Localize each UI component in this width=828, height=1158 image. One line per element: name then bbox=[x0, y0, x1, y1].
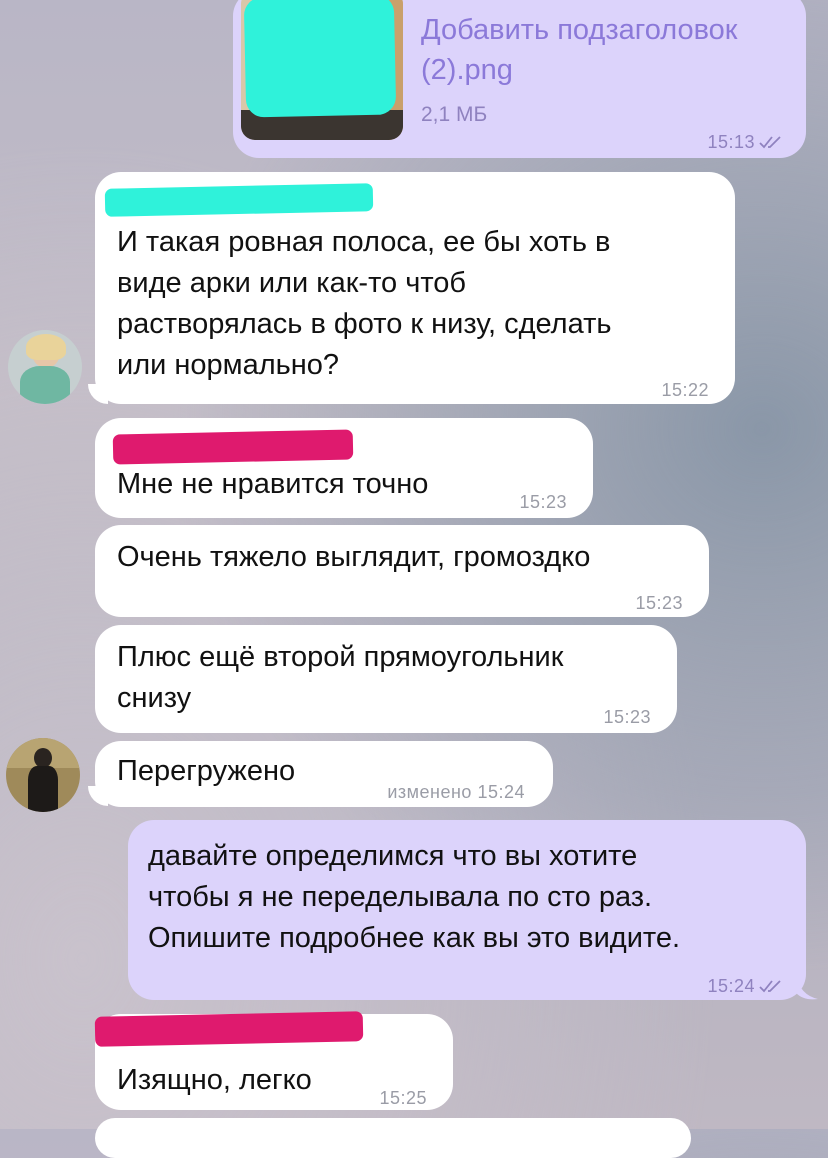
double-check-icon bbox=[759, 980, 781, 993]
message-time: 15:13 bbox=[707, 122, 786, 163]
incoming-message[interactable]: Очень тяжело выглядит, громоздко 15:23 bbox=[95, 525, 709, 617]
message-time: 15:23 bbox=[603, 707, 651, 727]
bubble-tail bbox=[796, 975, 818, 1000]
incoming-message-partial[interactable] bbox=[95, 1118, 691, 1158]
message-text: Перегружено bbox=[117, 755, 296, 787]
message-time-text: 15:13 bbox=[707, 132, 755, 152]
incoming-message[interactable]: И такая ровная полоса, ее бы хоть в виде… bbox=[95, 172, 735, 404]
incoming-message[interactable]: Плюс ещё второй прямоугольник снизу 15:2… bbox=[95, 625, 677, 733]
sender-name-redaction bbox=[94, 1011, 364, 1047]
message-text: Очень тяжело выглядит, громоздко bbox=[117, 541, 591, 573]
message-text: Мне не нравится точно bbox=[117, 468, 429, 500]
sender-avatar[interactable] bbox=[8, 330, 82, 404]
message-text: Изящно, легко bbox=[117, 1064, 312, 1096]
double-check-icon bbox=[759, 136, 781, 149]
message-time-text: 15:24 bbox=[477, 782, 525, 802]
message-time: 15:22 bbox=[661, 380, 709, 400]
chat-screen: { "colors": { "incoming_bubble": "#fffff… bbox=[0, 0, 828, 1158]
outgoing-message[interactable]: давайте определимся что вы хотите чтобы … bbox=[128, 820, 806, 1000]
message-time: 15:23 bbox=[635, 593, 683, 613]
message-time: 15:23 bbox=[519, 492, 567, 512]
file-name[interactable]: Добавить подзаголовок (2).png bbox=[421, 10, 821, 90]
outgoing-file-message[interactable]: Добавить подзаголовок (2).png 2,1 МБ 15:… bbox=[233, 0, 806, 158]
file-thumbnail[interactable] bbox=[241, 0, 403, 140]
sender-avatar[interactable] bbox=[6, 738, 80, 812]
message-text: Плюс ещё второй прямоугольник снизу bbox=[117, 641, 564, 714]
sender-name-redaction bbox=[104, 183, 374, 217]
sender-name-redaction bbox=[112, 429, 354, 465]
incoming-message[interactable]: Мне не нравится точно 15:23 bbox=[95, 418, 593, 518]
incoming-message[interactable]: Перегружено изменено 15:24 bbox=[95, 741, 553, 807]
message-text: давайте определимся что вы хотите чтобы … bbox=[148, 840, 681, 954]
message-time-text: 15:24 bbox=[707, 976, 755, 996]
thumbnail-redaction bbox=[243, 0, 397, 118]
message-time: 15:24 bbox=[707, 966, 786, 1007]
incoming-message[interactable]: Изящно, легко 15:25 bbox=[94, 1011, 453, 1110]
message-text: И такая ровная полоса, ее бы хоть в виде… bbox=[117, 226, 612, 381]
message-time: 15:25 bbox=[379, 1088, 427, 1108]
edited-label: изменено bbox=[387, 782, 472, 802]
file-size: 2,1 МБ bbox=[421, 103, 488, 126]
message-time: изменено 15:24 bbox=[387, 772, 525, 813]
